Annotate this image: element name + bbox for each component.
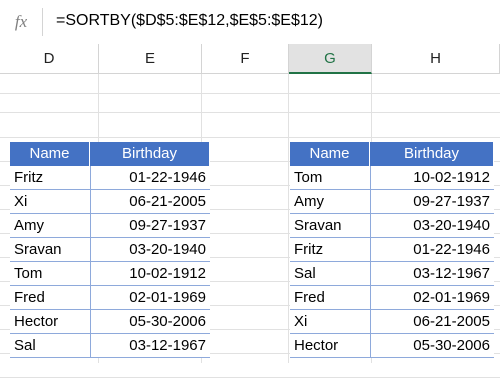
column-header-g[interactable]: G bbox=[289, 44, 372, 74]
left-table-cell-name[interactable]: Xi bbox=[10, 190, 90, 214]
left-table-cell-name[interactable]: Sravan bbox=[10, 238, 90, 262]
right-table-cell-birthday[interactable]: 02-01-1969 bbox=[370, 286, 494, 310]
gridline-col bbox=[288, 74, 289, 363]
left-table-cell-birthday[interactable]: 01-22-1946 bbox=[90, 166, 210, 190]
insert-function-button[interactable]: fx bbox=[0, 0, 42, 44]
left-table-header-name[interactable]: Name bbox=[10, 142, 90, 166]
left-table-cell-birthday[interactable]: 03-12-1967 bbox=[90, 334, 210, 358]
left-table-cell-birthday[interactable]: 09-27-1937 bbox=[90, 214, 210, 238]
right-table-cell-name[interactable]: Hector bbox=[290, 334, 370, 358]
gridline-row bbox=[0, 137, 500, 138]
right-table-cell-name[interactable]: Sal bbox=[290, 262, 370, 286]
left-table-cell-birthday[interactable]: 02-01-1969 bbox=[90, 286, 210, 310]
right-table-cell-birthday[interactable]: 10-02-1912 bbox=[370, 166, 494, 190]
right-table-cell-birthday[interactable]: 03-12-1967 bbox=[370, 262, 494, 286]
right-table-cell-birthday[interactable]: 09-27-1937 bbox=[370, 190, 494, 214]
left-table-cell-name[interactable]: Fritz bbox=[10, 166, 90, 190]
right-table-header-name[interactable]: Name bbox=[290, 142, 370, 166]
column-header-f[interactable]: F bbox=[202, 44, 289, 74]
gridline-row bbox=[0, 93, 500, 94]
formula-input[interactable]: =SORTBY($D$5:$E$12,$E$5:$E$12) bbox=[56, 0, 323, 44]
formula-bar-divider bbox=[42, 8, 43, 36]
formula-bar: fx =SORTBY($D$5:$E$12,$E$5:$E$12) bbox=[0, 0, 500, 45]
left-table-header-birthday[interactable]: Birthday bbox=[90, 142, 210, 166]
sheet-grid[interactable]: Name Birthday Fritz 01-22-1946 Xi 06-21-2005 A… bbox=[0, 74, 500, 378]
left-table-cell-name[interactable]: Hector bbox=[10, 310, 90, 334]
right-table-cell-birthday[interactable]: 03-20-1940 bbox=[370, 214, 494, 238]
fx-icon: fx bbox=[14, 12, 28, 31]
right-table-cell-name[interactable]: Sravan bbox=[290, 214, 370, 238]
left-table-cell-name[interactable]: Fred bbox=[10, 286, 90, 310]
right-table-cell-name[interactable]: Xi bbox=[290, 310, 370, 334]
right-table-header-birthday[interactable]: Birthday bbox=[370, 142, 494, 166]
column-header-h[interactable]: H bbox=[372, 44, 500, 74]
left-table-cell-name[interactable]: Amy bbox=[10, 214, 90, 238]
right-table-cell-name[interactable]: Fred bbox=[290, 286, 370, 310]
left-table-cell-birthday[interactable]: 10-02-1912 bbox=[90, 262, 210, 286]
right-table-cell-name[interactable]: Amy bbox=[290, 190, 370, 214]
left-table-cell-name[interactable]: Sal bbox=[10, 334, 90, 358]
right-table-cell-birthday[interactable]: 06-21-2005 bbox=[370, 310, 494, 334]
right-table-cell-birthday[interactable]: 05-30-2006 bbox=[370, 334, 494, 358]
left-table-cell-birthday[interactable]: 05-30-2006 bbox=[90, 310, 210, 334]
right-table-cell-name[interactable]: Fritz bbox=[290, 238, 370, 262]
column-header-e[interactable]: E bbox=[99, 44, 202, 74]
right-table-cell-name[interactable]: Tom bbox=[290, 166, 370, 190]
left-table-cell-birthday[interactable]: 03-20-1940 bbox=[90, 238, 210, 262]
gridline-row bbox=[0, 112, 500, 113]
left-table-cell-name[interactable]: Tom bbox=[10, 262, 90, 286]
left-table-cell-birthday[interactable]: 06-21-2005 bbox=[90, 190, 210, 214]
right-table-cell-birthday[interactable]: 01-22-1946 bbox=[370, 238, 494, 262]
column-header-d[interactable]: D bbox=[0, 44, 99, 74]
